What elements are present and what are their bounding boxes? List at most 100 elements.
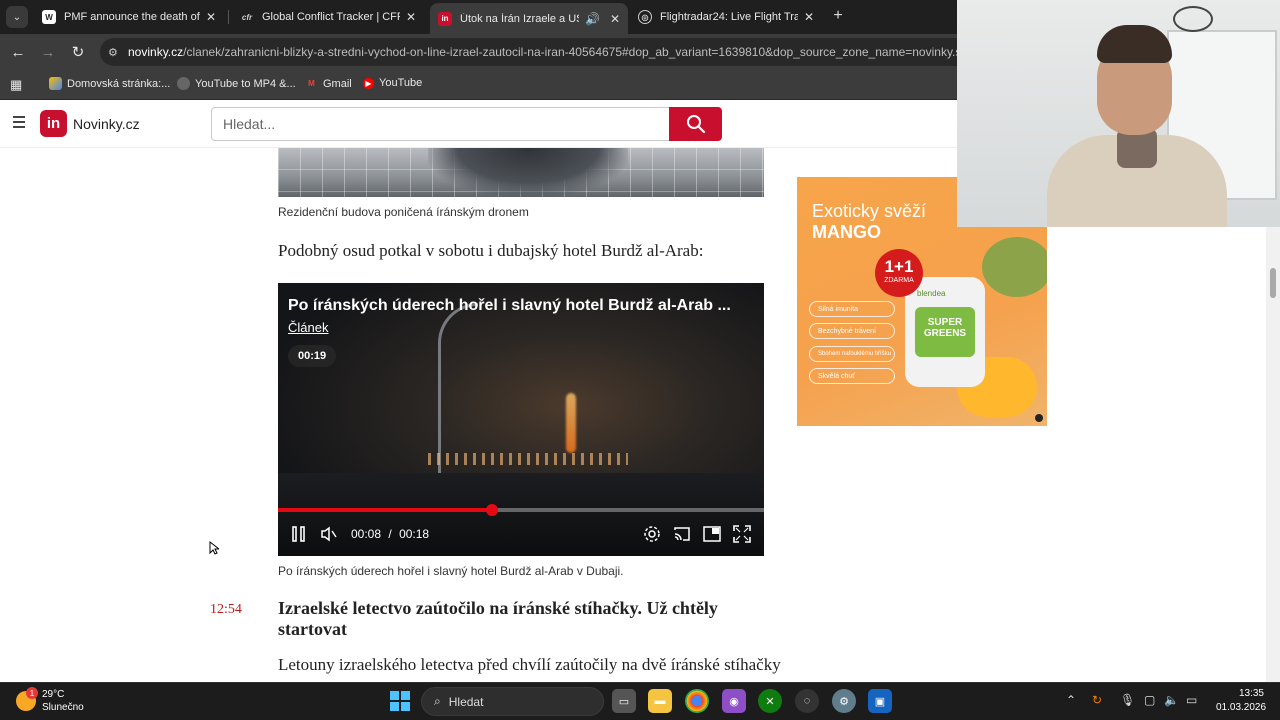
tray-chevron-icon[interactable]: ⌃: [1066, 693, 1076, 707]
ad-product-name: SUPER GREENS: [915, 307, 975, 357]
tab-cfr[interactable]: cfr Global Conflict Tracker | CFR Int ✕: [232, 3, 424, 31]
url-path: /clanek/zahranicni-blizky-a-stredni-vych…: [183, 45, 981, 59]
search-icon: [686, 115, 705, 134]
video-time-separator: /: [388, 527, 392, 541]
tab-favicon-icon: ◎: [638, 10, 652, 24]
update-timestamp: 12:54: [210, 602, 242, 617]
ad-benefit: Sbohem nafouklému bříšku: [809, 346, 895, 362]
windows-start-icon[interactable]: [390, 691, 410, 711]
fullscreen-icon[interactable]: [731, 523, 753, 545]
video-progress-knob[interactable]: [485, 504, 498, 516]
drive-icon: [49, 77, 62, 90]
video-article-link[interactable]: Článek: [288, 320, 328, 335]
back-arrow-icon[interactable]: ←: [8, 42, 28, 62]
video-player[interactable]: Po íránských úderech hořel i slavný hote…: [278, 283, 764, 556]
new-tab-button[interactable]: +: [828, 6, 848, 26]
novinky-logo[interactable]: in: [40, 110, 67, 137]
bookmark-label: YouTube: [379, 77, 423, 89]
ad-powder-decoration: [982, 237, 1047, 297]
bookmark-gmail[interactable]: M Gmail: [305, 77, 352, 90]
ad-benefit: Skvělá chuť: [809, 368, 895, 384]
microphone-icon[interactable]: 🎙: [1120, 693, 1135, 707]
sync-icon[interactable]: ↻: [1092, 693, 1102, 707]
video-progress-bar[interactable]: [278, 504, 764, 516]
video-current-time: 00:08: [351, 527, 382, 541]
obs-icon[interactable]: ◌: [795, 689, 819, 713]
site-name[interactable]: Novinky.cz: [73, 116, 140, 132]
hamburger-menu-icon[interactable]: [13, 116, 25, 128]
cast-icon[interactable]: [671, 523, 693, 545]
xbox-icon[interactable]: ✕: [758, 689, 782, 713]
speaker-icon[interactable]: 🔊: [585, 12, 600, 26]
picture-in-picture-icon[interactable]: [701, 523, 723, 545]
speaker-icon[interactable]: 🔈: [1164, 693, 1179, 707]
weather-notification-badge: 1: [26, 687, 38, 699]
app-icon[interactable]: ◉: [722, 689, 746, 713]
pause-icon[interactable]: [288, 523, 310, 545]
gmail-icon: M: [308, 79, 315, 88]
ad-product-jar: blendea SUPER GREENS: [905, 277, 985, 387]
mouse-cursor-icon: [209, 541, 219, 555]
video-progress-fill: [278, 508, 492, 512]
settings-icon[interactable]: ⚙: [832, 689, 856, 713]
video-title[interactable]: Po íránských úderech hořel i slavný hote…: [288, 297, 758, 315]
image-caption: Rezidenční budova poničená íránským dron…: [278, 205, 529, 219]
tab-novinky-active[interactable]: in Útok na Írán Izraele a USA: 🔊 ✕: [430, 3, 628, 34]
close-tab-icon[interactable]: ✕: [406, 10, 416, 24]
network-icon[interactable]: ▢: [1144, 693, 1155, 707]
weather-temp: 29°C: [42, 689, 65, 700]
forward-arrow-icon[interactable]: →: [38, 42, 58, 62]
video-fire: [566, 393, 576, 453]
apps-grid-icon[interactable]: ▦: [10, 77, 22, 93]
webcam-person-hair: [1097, 25, 1172, 63]
tab-separator: [228, 10, 229, 24]
sun-icon: 1: [16, 687, 38, 711]
volume-icon[interactable]: [318, 523, 340, 545]
remote-desktop-icon[interactable]: ▣: [868, 689, 892, 713]
webcam-overlay: [957, 0, 1280, 227]
weather-desc: Slunečno: [42, 702, 84, 713]
battery-icon[interactable]: ▭: [1186, 693, 1197, 707]
chrome-icon[interactable]: [685, 689, 709, 713]
reload-icon[interactable]: ↻: [68, 42, 88, 62]
video-caption: Po íránských úderech hořel i slavný hote…: [278, 564, 624, 578]
bookmark-domovska[interactable]: Domovská stránka:...: [49, 77, 170, 90]
bookmark-label: Domovská stránka:...: [67, 77, 171, 90]
bookmark-youtube-mp4[interactable]: YouTube to MP4 &...: [177, 77, 296, 90]
search-input[interactable]: [211, 107, 669, 141]
article-paragraph: Podobný osud potkal v sobotu i dubajský …: [278, 241, 704, 260]
globe-icon: [177, 77, 190, 90]
ad-promo-badge: 1+1 ZDARMA: [875, 249, 923, 297]
close-tab-icon[interactable]: ✕: [206, 10, 216, 24]
tab-title: Flightradar24: Live Flight Tracke: [660, 11, 798, 23]
bookmark-youtube[interactable]: ▶ YouTube: [363, 77, 422, 89]
tab-pmf[interactable]: W PMF announce the death of 4 n ✕: [34, 3, 224, 31]
ad-info-icon[interactable]: [1035, 414, 1043, 422]
clock-time: 13:35: [1238, 688, 1264, 699]
scrollbar-thumb[interactable]: [1270, 268, 1276, 298]
taskbar-search[interactable]: ⌕ Hledat: [421, 687, 604, 716]
tab-title: PMF announce the death of 4 n: [64, 11, 200, 23]
tab-favicon-icon: W: [42, 10, 56, 24]
video-controls: 00:08 / 00:18: [278, 519, 764, 547]
video-duration-badge: 00:19: [288, 345, 337, 367]
tab-flightradar[interactable]: ◎ Flightradar24: Live Flight Tracke ✕: [630, 3, 822, 31]
weather-widget[interactable]: 1 29°C Slunečno: [16, 687, 84, 714]
taskbar-clock[interactable]: 13:35 01.03.2026: [1216, 687, 1266, 715]
settings-gear-icon[interactable]: [641, 523, 663, 545]
search-button[interactable]: [669, 107, 722, 141]
windows-taskbar: 1 29°C Slunečno ⌕ Hledat ▭ ▬ ◉ ✕ ◌ ⚙ ▣ ⌃…: [0, 682, 1280, 720]
close-tab-icon[interactable]: ✕: [804, 10, 814, 24]
tab-search-menu-button[interactable]: ⌄: [6, 6, 28, 28]
ad-brand: blendea: [917, 289, 946, 298]
task-view-icon[interactable]: ▭: [612, 689, 636, 713]
close-tab-icon[interactable]: ✕: [610, 12, 620, 26]
ad-promo-label: ZDARMA: [884, 277, 914, 284]
site-info-icon[interactable]: ⚙: [108, 46, 128, 59]
url-host: novinky.cz: [128, 45, 184, 59]
article-image-damaged-building: [278, 148, 764, 197]
ad-subheadline: MANGO: [812, 222, 881, 242]
address-bar[interactable]: ⚙ novinky.cz/clanek/zahranicni-blizky-a-…: [100, 38, 1000, 66]
file-explorer-icon[interactable]: ▬: [648, 689, 672, 713]
tab-title: Útok na Írán Izraele a USA:: [460, 12, 579, 25]
